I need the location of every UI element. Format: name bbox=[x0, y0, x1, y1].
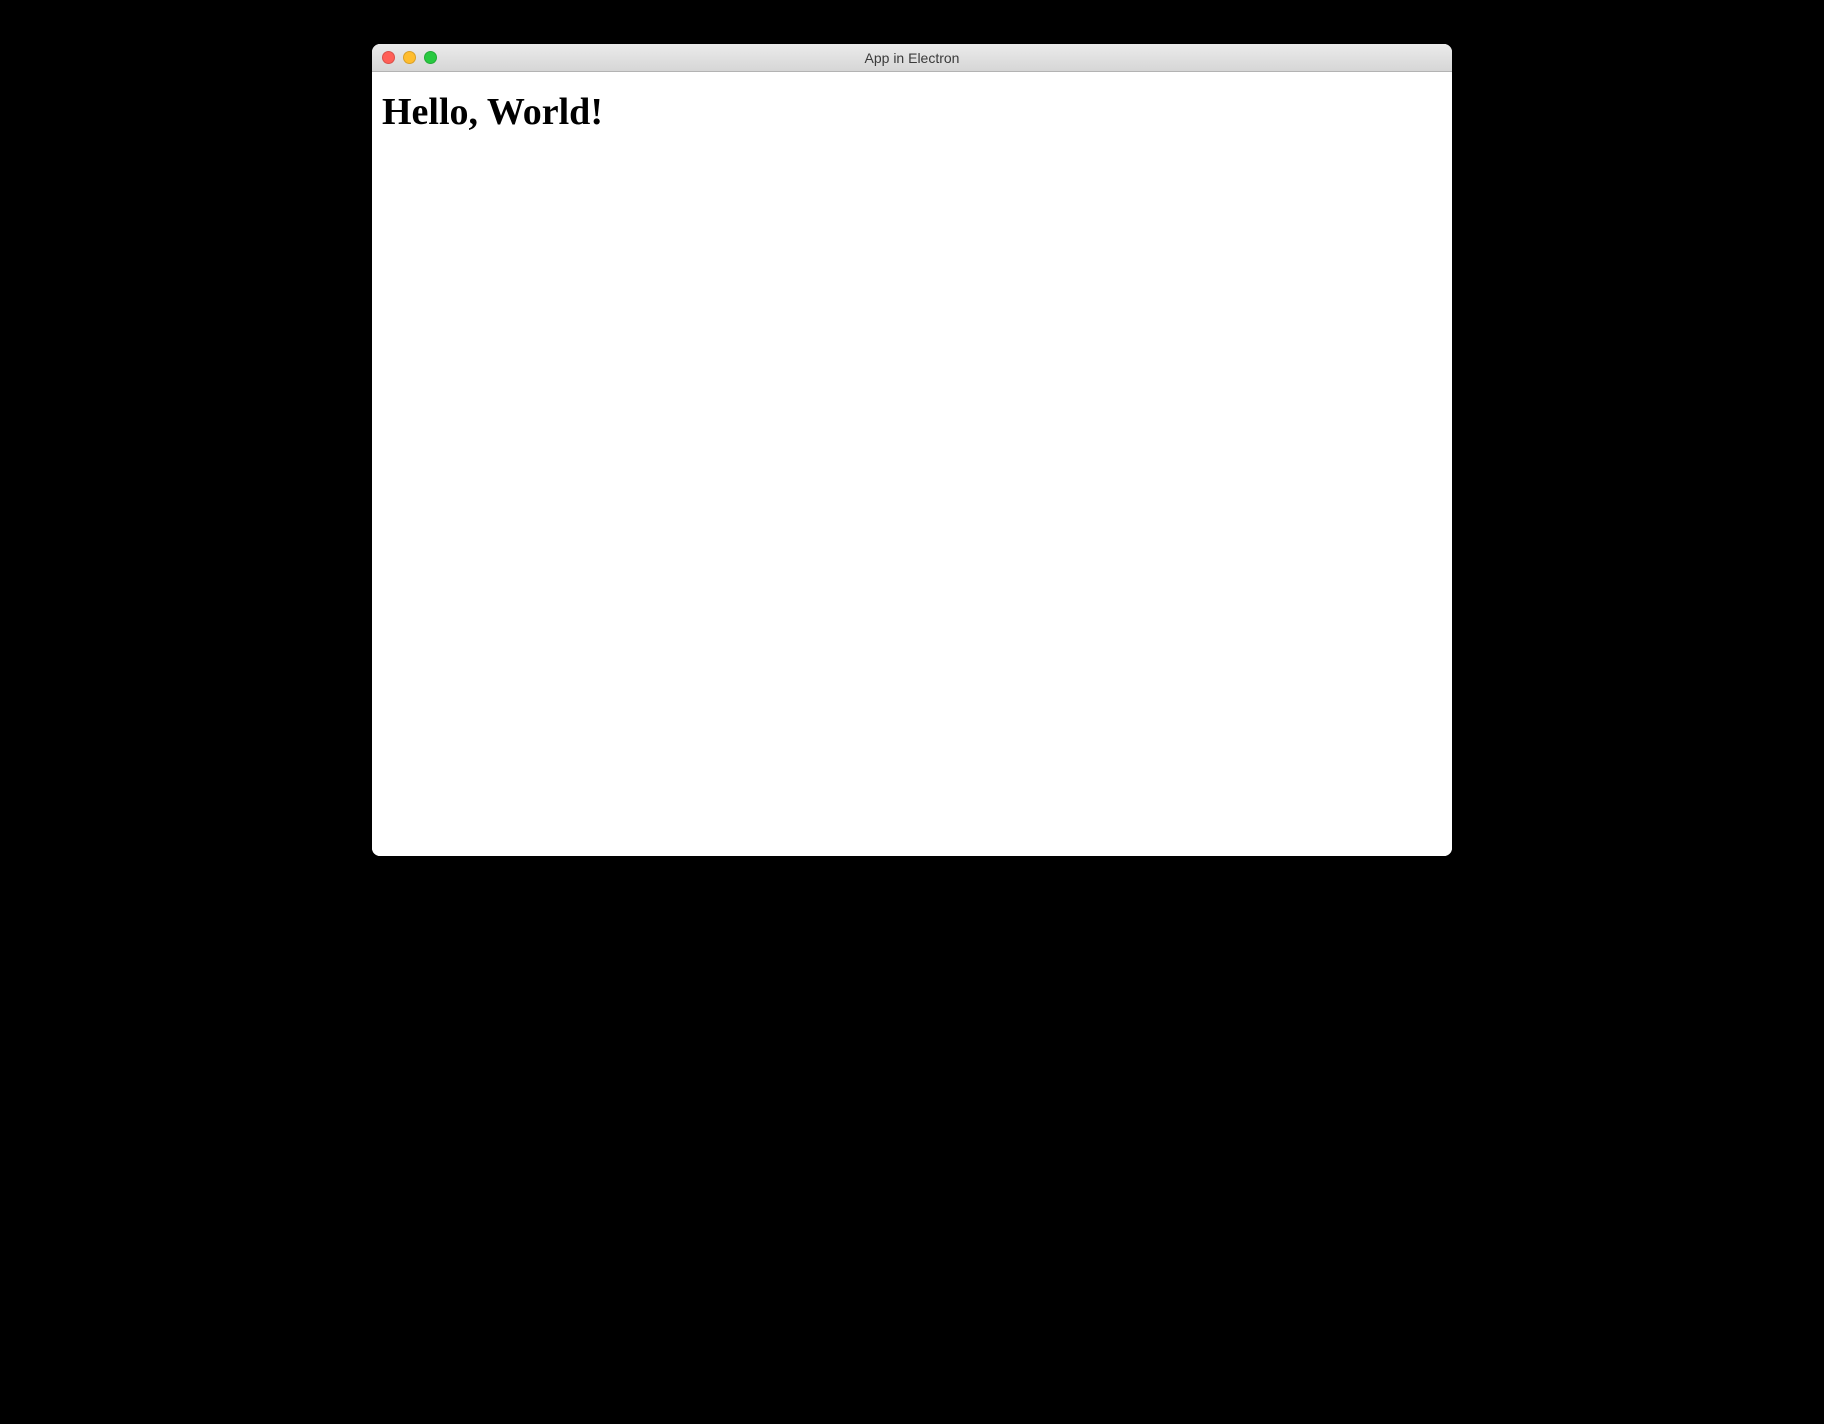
minimize-icon[interactable] bbox=[403, 51, 416, 64]
maximize-icon[interactable] bbox=[424, 51, 437, 64]
page-heading: Hello, World! bbox=[382, 90, 1442, 134]
window-titlebar[interactable]: App in Electron bbox=[372, 44, 1452, 72]
content-area: Hello, World! bbox=[372, 72, 1452, 856]
window-title: App in Electron bbox=[372, 50, 1452, 66]
traffic-lights bbox=[372, 51, 437, 64]
close-icon[interactable] bbox=[382, 51, 395, 64]
app-window: App in Electron Hello, World! bbox=[372, 44, 1452, 856]
